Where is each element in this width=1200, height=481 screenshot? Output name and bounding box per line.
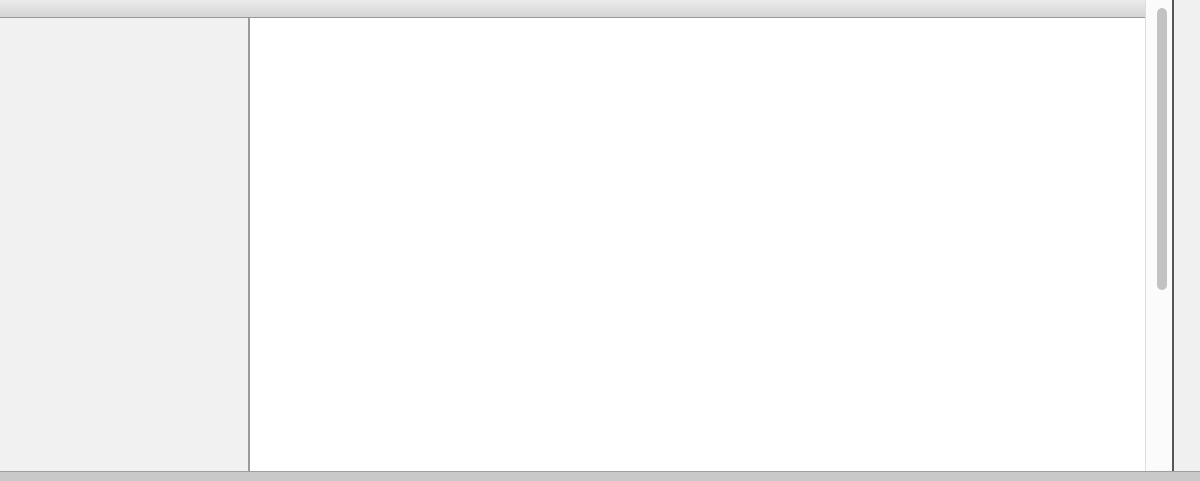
- horizontal-scrollbar[interactable]: [0, 471, 1200, 481]
- right-tab-sidebar: [1172, 0, 1200, 481]
- tracks-panel: [252, 18, 1145, 471]
- process-header[interactable]: [0, 0, 1145, 18]
- track-labels-panel: [0, 18, 250, 471]
- vertical-scrollbar-thumb[interactable]: [1157, 8, 1167, 290]
- trace-viewer-window: [0, 0, 1200, 481]
- vertical-scrollbar-track[interactable]: [1145, 0, 1172, 471]
